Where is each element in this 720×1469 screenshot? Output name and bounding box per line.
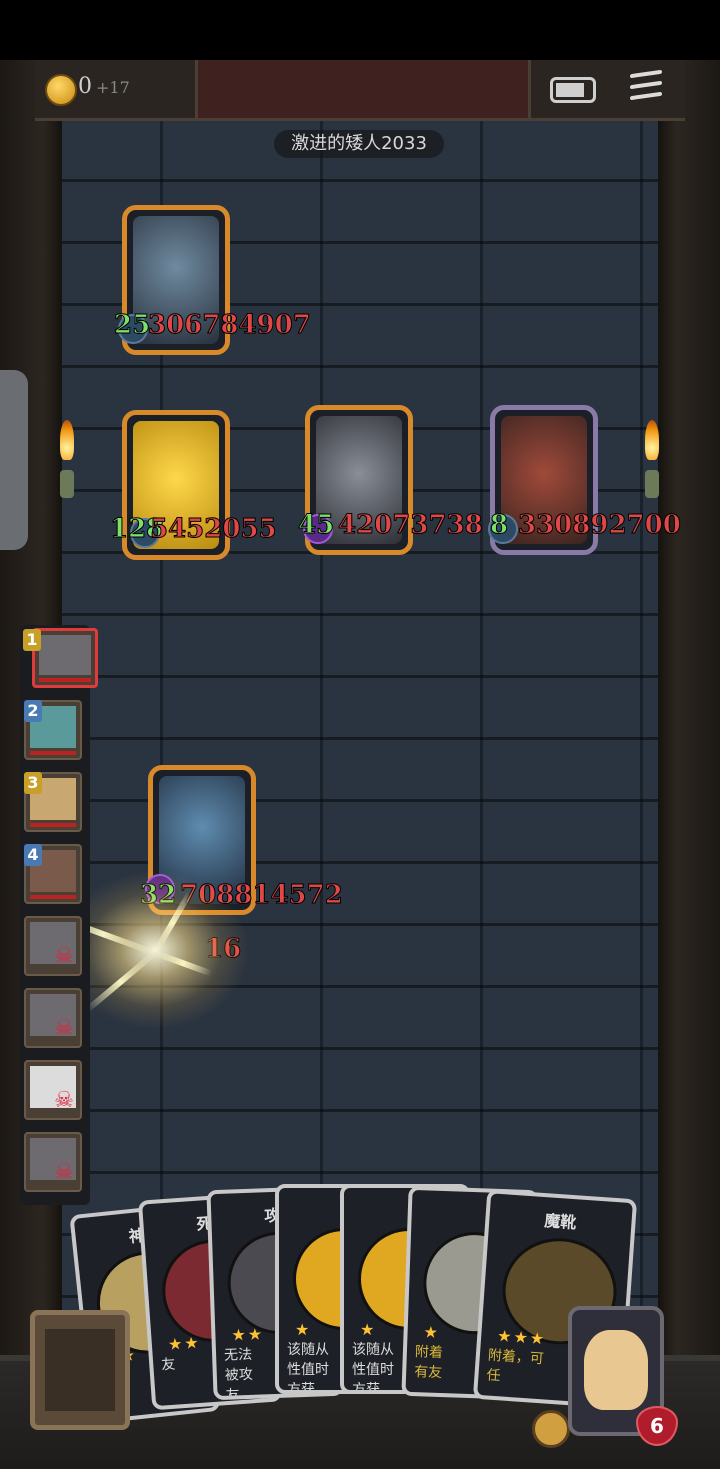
star-rating: ★★★ — [496, 1326, 547, 1349]
queue-portrait — [39, 635, 91, 675]
top-bar-center-panel — [195, 60, 531, 118]
skull-icon: ☠ — [54, 1088, 74, 1113]
skull-icon: ☠ — [54, 944, 74, 969]
queue-order-number: 3 — [24, 772, 42, 794]
queue-slot-6[interactable]: ☠ — [24, 988, 82, 1048]
game-screen: 0 +17 激进的矮人2033 25 306784907 1 2 8 5452055… — [0, 0, 720, 1469]
queue-health-bar — [30, 751, 76, 755]
queue-health-bar — [30, 823, 76, 827]
queue-slot-1[interactable]: 1 — [23, 628, 98, 688]
hero-face — [584, 1330, 648, 1410]
star-rating: ★★ — [167, 1332, 202, 1355]
enemy-4-attack: 8 — [489, 510, 509, 541]
card-hand: 神 ★★ 死 ★★ 友 攻 ★★ 无法 被攻 友 ★ 该随从 性值时 方获 ★ … — [69, 1180, 650, 1425]
enemy-1-attack: 25 — [113, 310, 151, 341]
star-rating: ★ — [423, 1322, 441, 1342]
right-pillar — [658, 60, 720, 1360]
star-rating: ★ — [295, 1320, 312, 1339]
enemy-3-attack: 45 — [297, 510, 335, 541]
helmet-icon[interactable] — [532, 1410, 570, 1448]
coin-count: 0 — [78, 74, 92, 99]
queue-slot-7[interactable]: ☠ — [24, 1060, 82, 1120]
enemy-1-health: 306784907 — [148, 310, 312, 341]
queue-slot-3[interactable]: 3 — [24, 772, 82, 832]
tavern-icon — [45, 1329, 115, 1411]
torch-holder — [60, 470, 74, 498]
queue-order-number: 4 — [24, 844, 42, 866]
menu-icon[interactable] — [630, 69, 662, 101]
queue-health-bar — [39, 678, 91, 682]
hand-card-title: 魔靴 — [543, 1211, 578, 1233]
battery-icon — [550, 77, 596, 103]
star-rating: ★★ — [231, 1324, 265, 1345]
queue-slot-5[interactable]: ☠ — [24, 916, 82, 976]
torch-flame-icon — [645, 420, 659, 460]
queue-order-number: 1 — [23, 629, 41, 651]
side-drawer-handle[interactable] — [0, 370, 28, 550]
enemy-2-health: 5452055 — [150, 514, 278, 545]
dungeon-wall — [0, 60, 720, 1360]
queue-order-number: 2 — [24, 700, 42, 722]
star-rating: ★ — [360, 1320, 377, 1339]
skull-icon: ☠ — [54, 1016, 74, 1041]
torch-flame-icon — [60, 420, 74, 460]
torch-holder — [645, 470, 659, 498]
enemy-3-health: 42073738 — [338, 510, 484, 541]
tavern-button[interactable] — [30, 1310, 130, 1430]
queue-slot-2[interactable]: 2 — [24, 700, 82, 760]
opponent-name: 激进的矮人2033 — [274, 130, 444, 158]
queue-slot-4[interactable]: 4 — [24, 844, 82, 904]
coin-gain: +17 — [96, 78, 130, 97]
enemy-4-health: 330892700 — [518, 510, 682, 541]
queue-health-bar — [30, 895, 76, 899]
crown-coin-icon — [45, 74, 77, 106]
